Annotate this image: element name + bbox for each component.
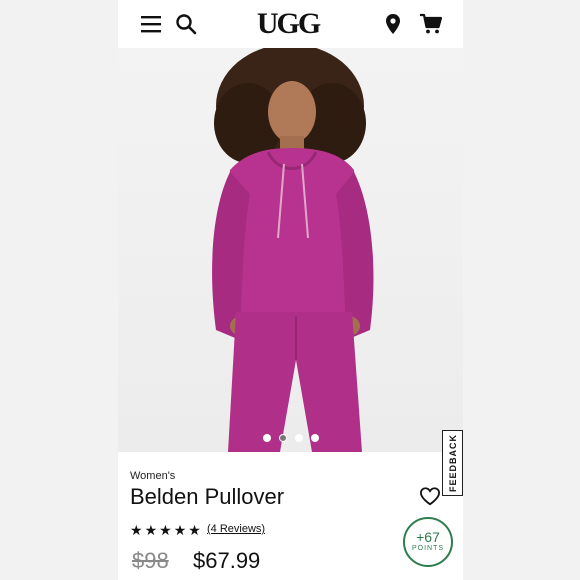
star-icon: ★: [159, 522, 172, 538]
star-icon: ★: [144, 522, 158, 538]
feedback-label: FEEDBACK: [447, 433, 458, 493]
points-value: +67: [416, 529, 440, 545]
sale-price: $67.99: [193, 548, 261, 573]
carousel-dot[interactable]: [310, 434, 319, 442]
star-icon: ★: [130, 522, 143, 538]
star-icon: ★: [173, 522, 187, 538]
heart-icon[interactable]: [419, 486, 441, 506]
carousel-dots: [118, 434, 463, 442]
product-title: Belden Pullover: [130, 484, 285, 509]
carousel-dot[interactable]: [262, 434, 271, 442]
rating-stars: ★ ★ ★ ★ ★: [130, 522, 201, 538]
search-icon[interactable]: [174, 12, 198, 36]
carousel-dot-active[interactable]: [278, 434, 287, 442]
site-header: UGG: [118, 0, 463, 49]
product-photo: [212, 48, 374, 452]
cart-icon[interactable]: [419, 12, 443, 36]
carousel-dot[interactable]: [294, 434, 303, 442]
ugg-logo[interactable]: UGG: [248, 6, 328, 42]
original-price: $98: [132, 548, 169, 573]
menu-icon[interactable]: [139, 12, 163, 36]
reviews-link[interactable]: (4 Reviews): [207, 523, 265, 535]
star-icon: ★: [188, 522, 201, 538]
feedback-tab[interactable]: FEEDBACK: [442, 430, 463, 496]
mobile-page: UGG FEEDBACK Women's Belden Pullover ★ ★…: [118, 0, 463, 580]
points-label: POINTS: [411, 545, 445, 552]
product-image-carousel[interactable]: [118, 48, 463, 452]
location-pin-icon[interactable]: [381, 12, 405, 36]
rewards-points-badge: +67 POINTS: [403, 517, 453, 567]
product-category: Women's: [130, 470, 176, 482]
